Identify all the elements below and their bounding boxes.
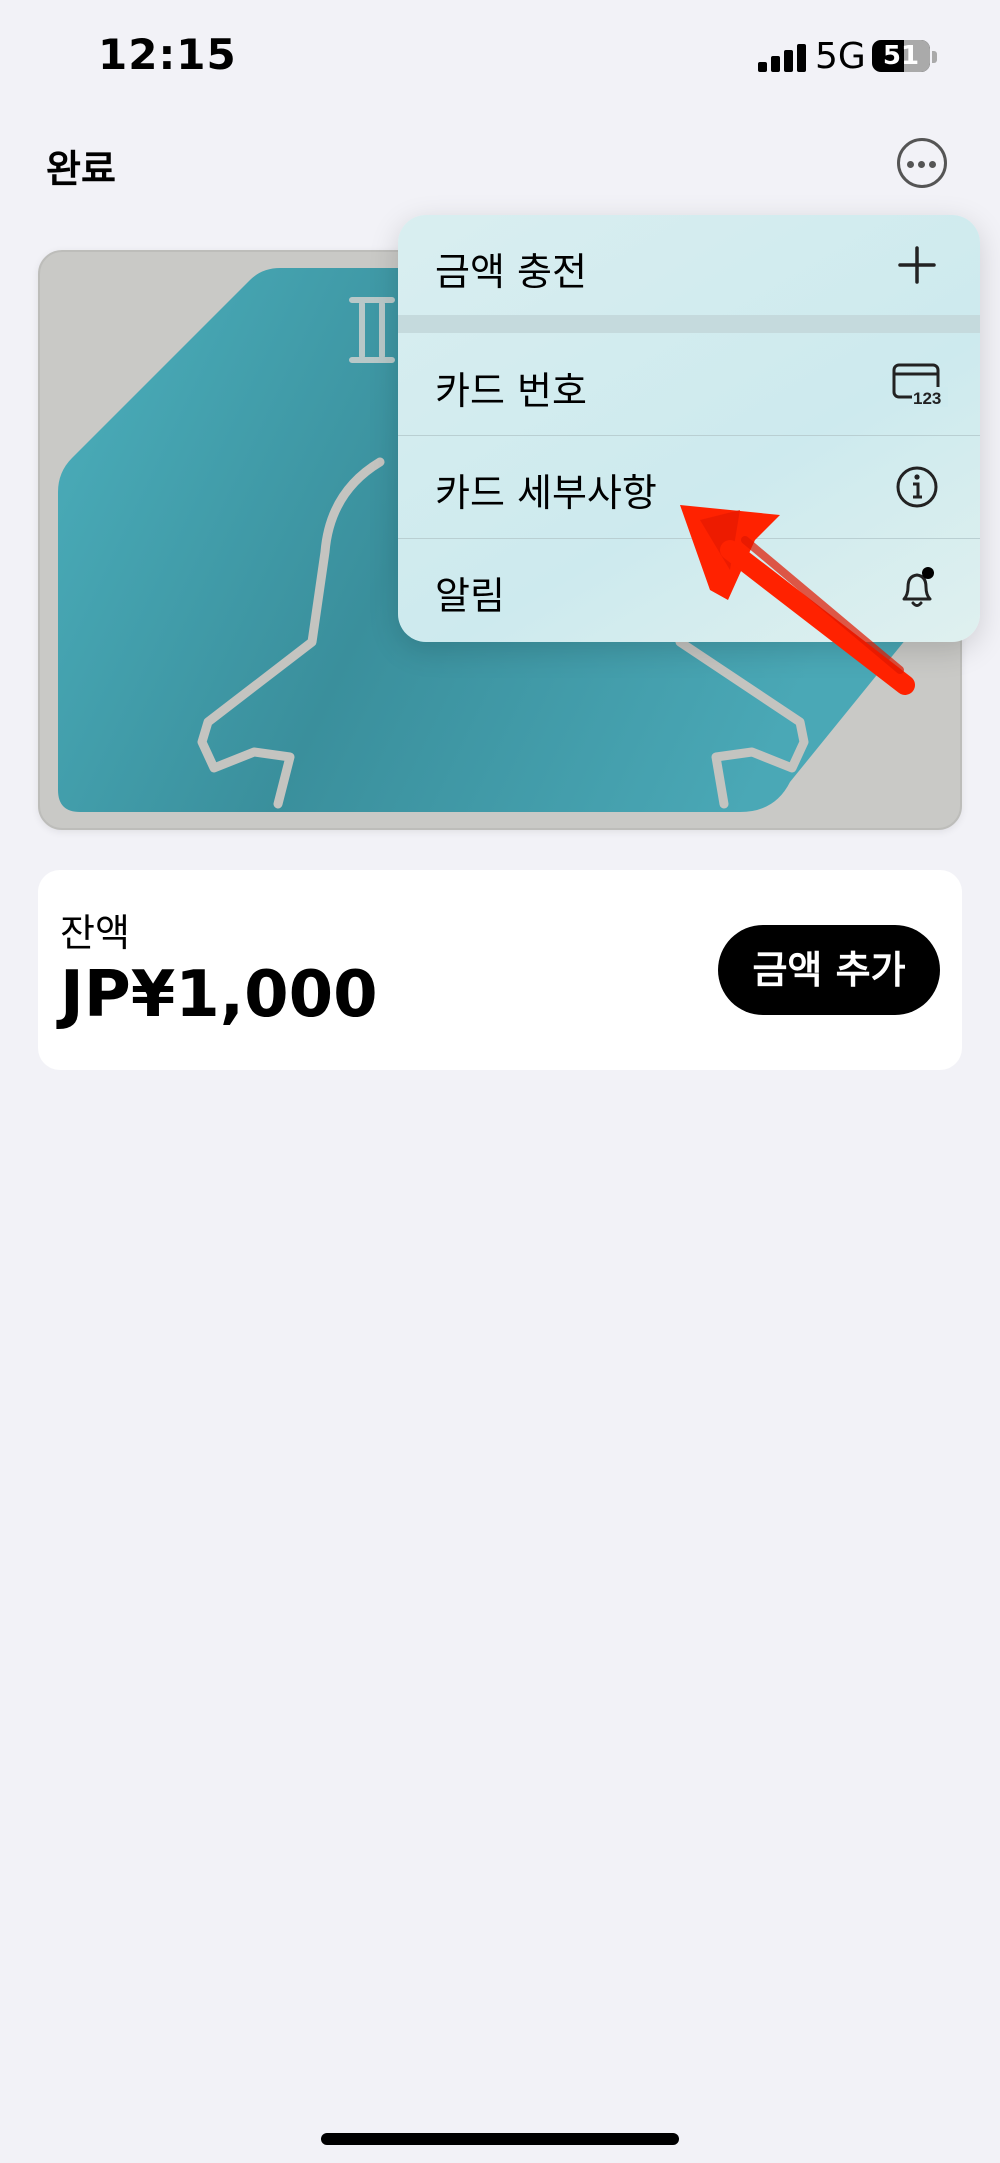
card-number-icon: 123 bbox=[892, 363, 948, 408]
signal-icon bbox=[758, 44, 810, 72]
menu-item-label: 알림 bbox=[435, 574, 505, 618]
menu-item-label: 카드 번호 bbox=[435, 369, 587, 413]
done-button[interactable]: 완료 bbox=[46, 138, 116, 193]
plus-icon bbox=[898, 246, 936, 284]
battery-level: 51 bbox=[882, 41, 920, 71]
menu-item-label: 금액 충전 bbox=[435, 250, 587, 294]
balance-amount: JP¥1,000 bbox=[60, 958, 378, 1032]
battery-icon: 51 bbox=[872, 40, 930, 72]
menu-item-card-number[interactable]: 카드 번호 123 bbox=[398, 333, 980, 435]
battery-cap bbox=[932, 51, 937, 63]
menu-item-add-money[interactable]: 금액 충전 bbox=[398, 215, 980, 315]
status-time: 12:15 bbox=[98, 30, 237, 79]
balance-panel: 잔액 JP¥1,000 금액 추가 bbox=[38, 870, 962, 1070]
home-indicator[interactable] bbox=[321, 2133, 679, 2145]
more-options-button[interactable] bbox=[897, 138, 947, 188]
network-type: 5G bbox=[815, 36, 866, 77]
status-bar: 12:15 5G 51 bbox=[0, 0, 1000, 120]
balance-label: 잔액 bbox=[60, 911, 130, 955]
annotation-arrow bbox=[680, 505, 915, 695]
card-number-icon-text: 123 bbox=[913, 389, 941, 408]
add-money-button[interactable]: 금액 추가 bbox=[718, 925, 940, 1015]
menu-item-label: 카드 세부사항 bbox=[435, 471, 657, 515]
